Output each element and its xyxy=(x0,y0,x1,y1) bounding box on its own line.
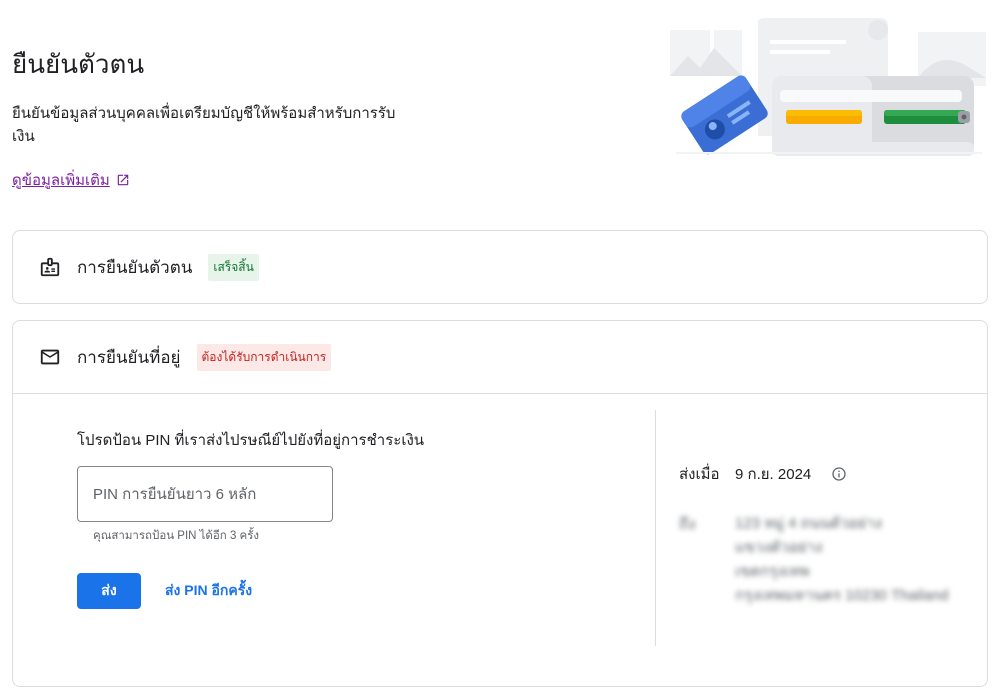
address-verification-title: การยืนยันที่อยู่ xyxy=(77,347,181,367)
learn-more-label: ดูข้อมูลเพิ่มเติม xyxy=(12,172,110,189)
verification-illustration xyxy=(670,18,988,160)
address-verification-card: การยืนยันที่อยู่ ต้องได้รับการดำเนินการ … xyxy=(12,320,988,687)
status-badge-action-required: ต้องได้รับการดำเนินการ xyxy=(196,343,332,371)
address-line: แขวงตัวอย่าง xyxy=(735,539,823,556)
pin-attempts-helper: คุณสามารถป้อน PIN ได้อีก 3 ครั้ง xyxy=(93,530,260,542)
status-badge-complete: เสร็จสิ้น xyxy=(208,253,259,281)
vertical-divider xyxy=(655,410,656,646)
mailing-address: ถึง 123 หมู่ 4 ถนนตัวอย่าง แขวงตัวอย่าง … xyxy=(679,512,949,608)
sent-date: 9 ก.ย. 2024 xyxy=(735,466,812,483)
pin-instruction: โปรดป้อน PIN ที่เราส่งไปรษณีย์ไปยังที่อย… xyxy=(77,432,425,449)
identity-verification-card: การยืนยันตัวตน เสร็จสิ้น xyxy=(12,230,988,304)
open-in-new-icon xyxy=(116,173,130,187)
page-description: ยืนยันข้อมูลส่วนบุคคลเพื่อเตรียมบัญชีให้… xyxy=(12,105,396,145)
mail-icon xyxy=(38,345,62,369)
id-badge-icon xyxy=(38,255,62,279)
sent-label: ส่งเมื่อ xyxy=(679,466,720,483)
address-line: เขตกรุงเทพ xyxy=(735,563,810,580)
page-title: ยืนยันตัวตน xyxy=(12,49,145,79)
address-line: กรุงเทพมหานคร 10230 Thailand xyxy=(735,587,949,604)
info-icon[interactable] xyxy=(831,466,847,482)
identity-verification-title: การยืนยันตัวตน xyxy=(77,257,193,277)
learn-more-link[interactable]: ดูข้อมูลเพิ่มเติม xyxy=(12,168,130,192)
address-label: ถึง xyxy=(679,516,696,533)
address-line: 123 หมู่ 4 ถนนตัวอย่าง xyxy=(735,515,882,532)
pin-input[interactable] xyxy=(77,466,333,522)
send-pin-button[interactable]: ส่ง xyxy=(77,573,141,609)
resend-pin-button[interactable]: ส่ง PIN อีกครั้ง xyxy=(165,573,252,609)
